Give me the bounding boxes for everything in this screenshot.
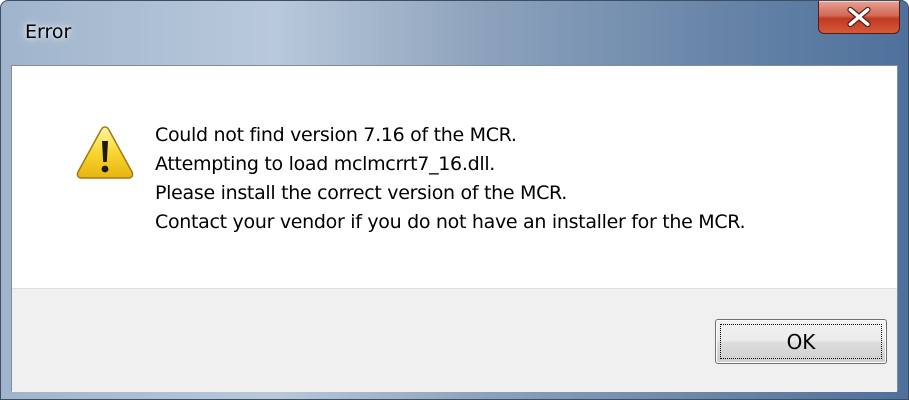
ok-button[interactable]: OK bbox=[715, 319, 887, 364]
dialog-content: Could not find version 7.16 of the MCR. … bbox=[11, 65, 898, 392]
message-line: Please install the correct version of th… bbox=[155, 182, 568, 204]
close-button[interactable] bbox=[818, 1, 900, 34]
error-message: Could not find version 7.16 of the MCR. … bbox=[155, 121, 746, 237]
error-dialog: Error Could not find version 7.16 of the… bbox=[0, 0, 909, 400]
message-area: Could not find version 7.16 of the MCR. … bbox=[12, 66, 897, 288]
message-line: Attempting to load mclmcrrt7_16.dll. bbox=[155, 153, 496, 175]
button-panel: OK bbox=[12, 288, 897, 392]
message-line: Could not find version 7.16 of the MCR. bbox=[155, 124, 517, 146]
warning-icon bbox=[76, 126, 134, 179]
ok-button-label: OK bbox=[720, 324, 882, 359]
message-line: Contact your vendor if you do not have a… bbox=[155, 211, 746, 233]
close-icon bbox=[847, 6, 871, 28]
title-bar[interactable]: Error bbox=[1, 1, 908, 65]
window-title: Error bbox=[25, 21, 72, 43]
